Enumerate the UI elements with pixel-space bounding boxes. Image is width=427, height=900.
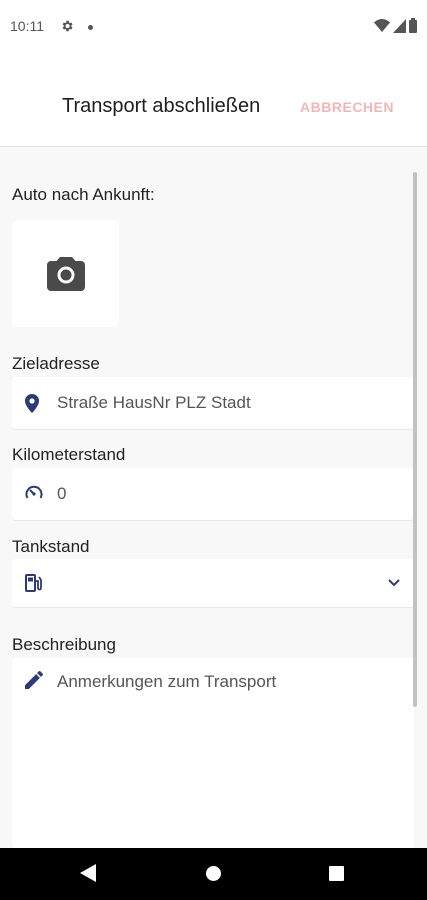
back-icon[interactable] xyxy=(80,864,96,882)
photo-label: Auto nach Ankunft: xyxy=(12,185,155,204)
mileage-label: Kilometerstand xyxy=(12,445,126,464)
mileage-field[interactable]: 0 xyxy=(12,468,414,521)
scrollbar[interactable] xyxy=(413,172,417,707)
chevron-down-icon xyxy=(388,579,400,587)
app-header: Transport abschließen ABBRECHEN xyxy=(0,54,427,147)
status-bar: 10:11 xyxy=(0,0,427,54)
fuel-label: Tankstand xyxy=(12,537,90,556)
mileage-value: 0 xyxy=(57,484,67,503)
gear-icon xyxy=(62,20,73,32)
battery-icon xyxy=(409,18,417,33)
description-placeholder: Anmerkungen zum Transport xyxy=(57,672,277,691)
address-label: Zieladresse xyxy=(12,354,100,373)
notification-dot-icon xyxy=(88,25,93,30)
camera-icon xyxy=(46,256,85,291)
address-placeholder: Straße HausNr PLZ Stadt xyxy=(57,393,251,412)
pencil-icon xyxy=(25,671,43,689)
form-content[interactable]: Auto nach Ankunft: Zieladresse Straße Ha… xyxy=(0,147,427,848)
cancel-button[interactable]: ABBRECHEN xyxy=(300,99,394,115)
page-title: Transport abschließen xyxy=(62,95,261,117)
speedometer-icon xyxy=(25,485,43,499)
fuel-select[interactable] xyxy=(12,559,414,608)
description-label: Beschreibung xyxy=(12,635,116,654)
system-nav-bar xyxy=(0,848,427,900)
fuel-pump-icon xyxy=(25,574,42,592)
wifi-icon xyxy=(374,18,390,32)
description-field[interactable]: Anmerkungen zum Transport xyxy=(12,658,414,848)
address-field[interactable]: Straße HausNr PLZ Stadt xyxy=(12,377,414,430)
recents-icon[interactable] xyxy=(329,866,344,881)
status-icons xyxy=(374,18,417,33)
home-icon[interactable] xyxy=(206,866,221,881)
status-time: 10:11 xyxy=(10,18,44,34)
photo-upload-button[interactable] xyxy=(12,220,119,327)
location-pin-icon xyxy=(25,394,39,413)
signal-icon xyxy=(393,18,406,33)
